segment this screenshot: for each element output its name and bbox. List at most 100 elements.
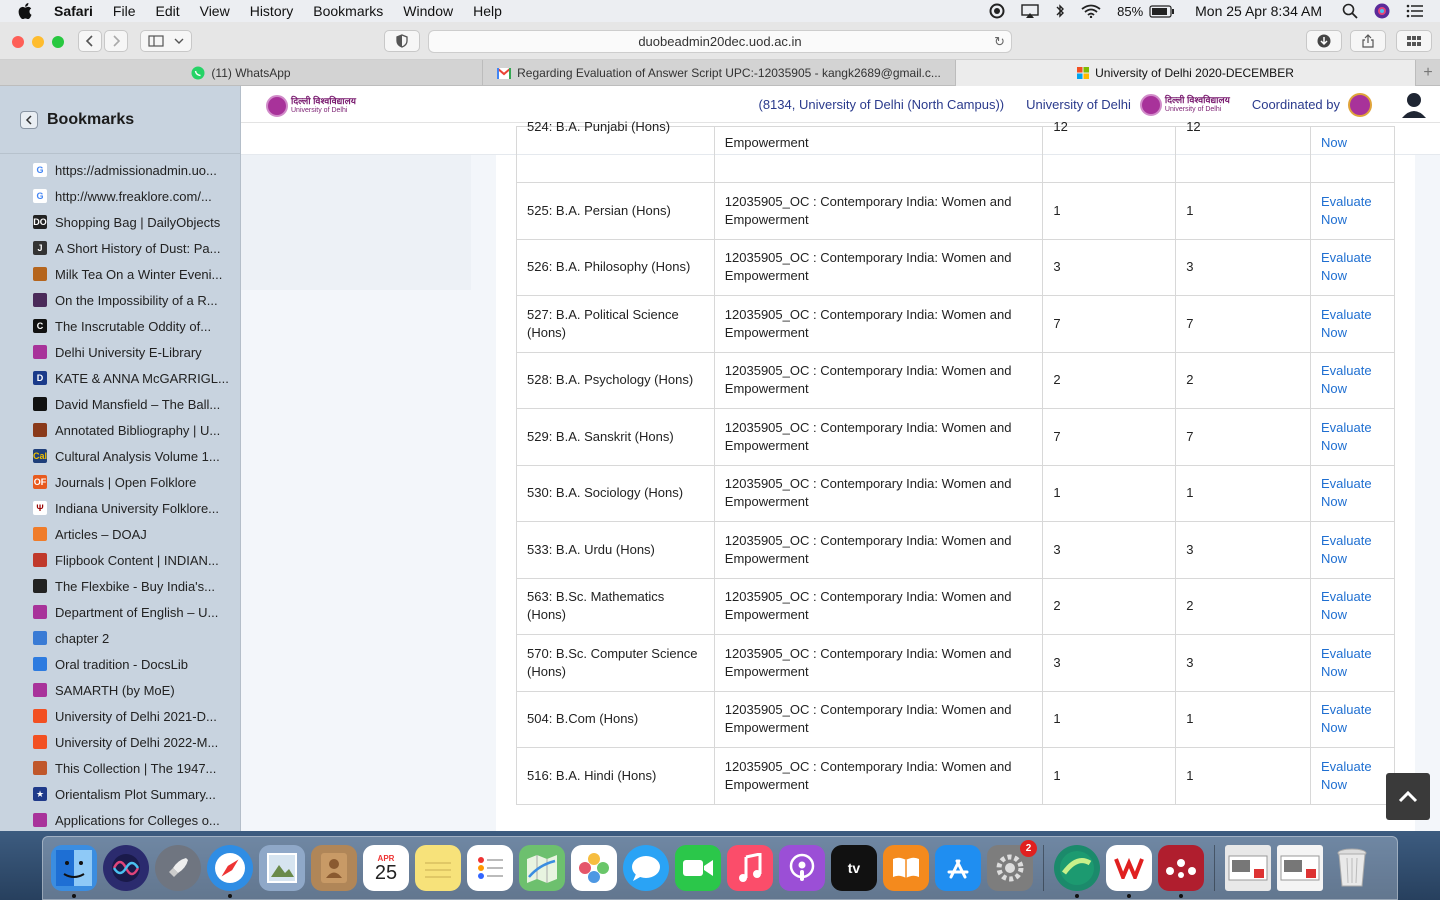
minimize-window-button[interactable]	[32, 36, 44, 48]
bookmark-item[interactable]: OF Journals | Open Folklore	[0, 469, 240, 495]
university-logo[interactable]: दिल्ली विश्वविद्यालय University of Delhi	[266, 95, 356, 117]
bookmark-item[interactable]: Cal Cultural Analysis Volume 1...	[0, 443, 240, 469]
books-icon[interactable]	[883, 845, 929, 891]
photos-icon[interactable]	[571, 845, 617, 891]
tab-gmail[interactable]: Regarding Evaluation of Answer Script UP…	[483, 60, 956, 86]
evaluate-now-link[interactable]: Evaluate Now	[1321, 758, 1384, 794]
bookmark-item[interactable]: University of Delhi 2022-M...	[0, 729, 240, 755]
downloads-button[interactable]	[1306, 30, 1342, 52]
wps-office-icon[interactable]	[1106, 845, 1152, 898]
sidebar-back-button[interactable]	[20, 110, 38, 129]
bookmark-item[interactable]: J A Short History of Dust: Pa...	[0, 235, 240, 261]
calendar-icon[interactable]: APR 25	[363, 845, 409, 891]
bookmark-item[interactable]: Flipbook Content | INDIAN...	[0, 547, 240, 573]
bookmark-item[interactable]: University of Delhi 2021-D...	[0, 703, 240, 729]
music-icon[interactable]	[727, 845, 773, 891]
sidebar-toggle-button[interactable]	[140, 30, 192, 52]
bluetooth-icon[interactable]	[1055, 3, 1065, 19]
spotlight-icon[interactable]	[1342, 3, 1358, 19]
bookmark-item[interactable]: ★ Orientalism Plot Summary...	[0, 781, 240, 807]
menu-file[interactable]: File	[113, 3, 136, 19]
evaluate-now-link[interactable]: Evaluate Now	[1321, 588, 1384, 624]
bookmark-item[interactable]: David Mansfield – The Ball...	[0, 391, 240, 417]
download-thumbnail-icon[interactable]	[1225, 845, 1271, 891]
new-tab-button[interactable]: +	[1416, 60, 1440, 85]
bookmark-item[interactable]: Department of English – U...	[0, 599, 240, 625]
evaluate-now-link[interactable]: Evaluate Now	[1321, 419, 1384, 455]
control-center-icon[interactable]	[1406, 4, 1424, 18]
menu-window[interactable]: Window	[403, 3, 453, 19]
share-button[interactable]	[1350, 30, 1386, 52]
menu-bookmarks[interactable]: Bookmarks	[313, 3, 383, 19]
maps-icon[interactable]	[519, 845, 565, 891]
bookmark-item[interactable]: Ghttps://admissionadmin.uo...	[0, 157, 240, 183]
close-window-button[interactable]	[12, 36, 24, 48]
bookmark-item[interactable]: D KATE & ANNA McGARRIGL...	[0, 365, 240, 391]
evaluate-now-link[interactable]: Evaluate Now	[1321, 362, 1384, 398]
tab-overview-button[interactable]	[1396, 30, 1432, 52]
notes-icon[interactable]	[415, 845, 461, 891]
evaluate-now-link[interactable]: Evaluate Now	[1321, 306, 1384, 342]
airplay-icon[interactable]	[1021, 4, 1039, 18]
menu-view[interactable]: View	[200, 3, 230, 19]
bookmark-item[interactable]: Oral tradition - DocsLib	[0, 651, 240, 677]
trash-icon[interactable]	[1329, 845, 1375, 891]
messages-icon[interactable]	[623, 845, 669, 891]
zoom-window-button[interactable]	[52, 36, 64, 48]
back-button[interactable]	[78, 30, 102, 52]
tab-whatsapp[interactable]: (11) WhatsApp	[0, 60, 483, 86]
launchpad-icon[interactable]	[155, 845, 201, 891]
mendeley-icon[interactable]	[1158, 845, 1204, 898]
siri-icon[interactable]	[103, 845, 149, 891]
apple-icon[interactable]	[18, 3, 40, 19]
bookmark-item[interactable]: This Collection | The 1947...	[0, 755, 240, 781]
evaluate-now-link[interactable]: Evaluate Now	[1321, 532, 1384, 568]
battery-icon[interactable]	[1149, 4, 1175, 18]
appletv-icon[interactable]: tv	[831, 845, 877, 891]
system-preferences-icon[interactable]: 2	[987, 840, 1037, 891]
menu-history[interactable]: History	[250, 3, 294, 19]
evaluate-now-link[interactable]: Evaluate Now	[1321, 193, 1384, 229]
preview-icon[interactable]	[259, 845, 305, 891]
podcasts-icon[interactable]	[779, 845, 825, 891]
bookmark-item[interactable]: On the Impossibility of a R...	[0, 287, 240, 313]
evaluate-now-link[interactable]: Evaluate Now	[1321, 475, 1384, 511]
status-circle-icon[interactable]	[989, 3, 1005, 19]
forward-button[interactable]	[104, 30, 128, 52]
facetime-icon[interactable]	[675, 845, 721, 891]
address-bar[interactable]: duobeadmin20dec.uod.ac.in ↻	[428, 30, 1012, 53]
evaluate-now-link[interactable]: Evaluate Now	[1321, 249, 1384, 285]
reload-icon[interactable]: ↻	[994, 34, 1005, 50]
siri-menu-icon[interactable]	[1374, 3, 1390, 19]
bookmark-item[interactable]: Articles – DOAJ	[0, 521, 240, 547]
appstore-icon[interactable]	[935, 845, 981, 891]
bookmark-item[interactable]: The Flexbike - Buy India's...	[0, 573, 240, 599]
bookmark-item[interactable]: SAMARTH (by MoE)	[0, 677, 240, 703]
document-thumbnail-icon[interactable]	[1277, 845, 1323, 891]
contacts-icon[interactable]	[311, 845, 357, 891]
privacy-report-button[interactable]	[384, 30, 420, 52]
evaluate-now-link[interactable]: Now	[1321, 134, 1384, 152]
bookmark-item[interactable]: chapter 2	[0, 625, 240, 651]
evaluate-now-link[interactable]: Evaluate Now	[1321, 701, 1384, 737]
wifi-icon[interactable]	[1081, 4, 1101, 18]
browser-icon[interactable]	[1054, 845, 1100, 898]
bookmark-item[interactable]: Milk Tea On a Winter Eveni...	[0, 261, 240, 287]
user-avatar[interactable]	[1400, 91, 1428, 119]
safari-icon[interactable]	[207, 845, 253, 898]
clock[interactable]: Mon 25 Apr 8:34 AM	[1195, 3, 1322, 19]
tab-university-of-delhi[interactable]: University of Delhi 2020-DECEMBER	[956, 60, 1416, 86]
reminders-icon[interactable]	[467, 845, 513, 891]
bookmark-item[interactable]: Ghttp://www.freaklore.com/...	[0, 183, 240, 209]
bookmark-item[interactable]: Ψ Indiana University Folklore...	[0, 495, 240, 521]
menu-app-name[interactable]: Safari	[54, 3, 93, 19]
bookmark-item[interactable]: C The Inscrutable Oddity of...	[0, 313, 240, 339]
bookmark-item[interactable]: Applications for Colleges o...	[0, 807, 240, 831]
menu-help[interactable]: Help	[473, 3, 502, 19]
scroll-to-top-button[interactable]	[1386, 773, 1430, 820]
finder-icon[interactable]	[51, 845, 97, 898]
bookmark-item[interactable]: DO Shopping Bag | DailyObjects	[0, 209, 240, 235]
bookmark-item[interactable]: Annotated Bibliography | U...	[0, 417, 240, 443]
evaluate-now-link[interactable]: Evaluate Now	[1321, 645, 1384, 681]
bookmark-item[interactable]: Delhi University E-Library	[0, 339, 240, 365]
